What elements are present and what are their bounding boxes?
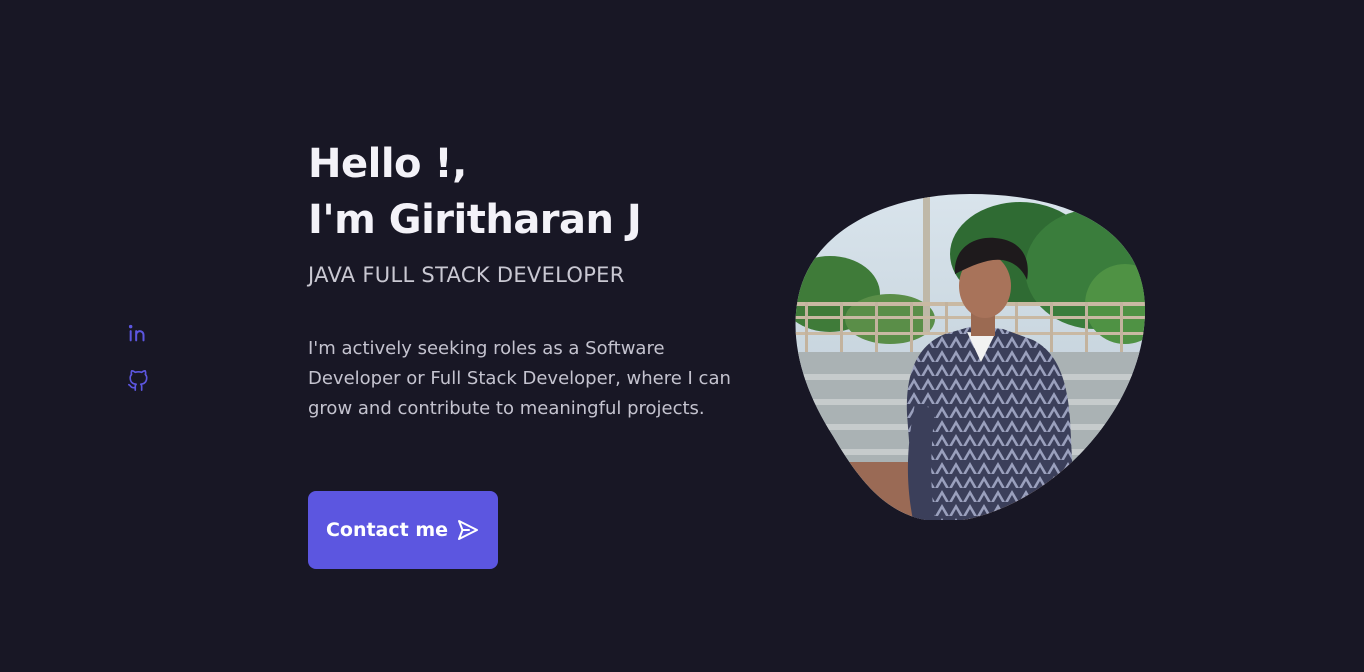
social-links (127, 322, 149, 392)
hero-description: I'm actively seeking roles as a Software… (308, 338, 731, 419)
send-icon (458, 520, 479, 540)
github-link[interactable] (127, 370, 149, 392)
greeting-line-1: Hello !, (308, 141, 467, 187)
linkedin-link[interactable] (127, 322, 149, 344)
contact-me-button[interactable]: Contact me (308, 491, 498, 569)
greeting-heading: Hello !, I'm Giritharan J (308, 136, 748, 248)
github-icon (128, 370, 148, 391)
job-title: JAVA FULL STACK DEVELOPER (308, 263, 625, 287)
profile-photo (795, 194, 1146, 520)
greeting-line-2: I'm Giritharan J (308, 197, 642, 243)
contact-me-label: Contact me (325, 519, 449, 541)
linkedin-icon (128, 324, 145, 342)
profile-photo-image (795, 194, 1146, 520)
hero-intro: Hello !, I'm Giritharan J JAVA FULL STAC… (308, 136, 748, 424)
